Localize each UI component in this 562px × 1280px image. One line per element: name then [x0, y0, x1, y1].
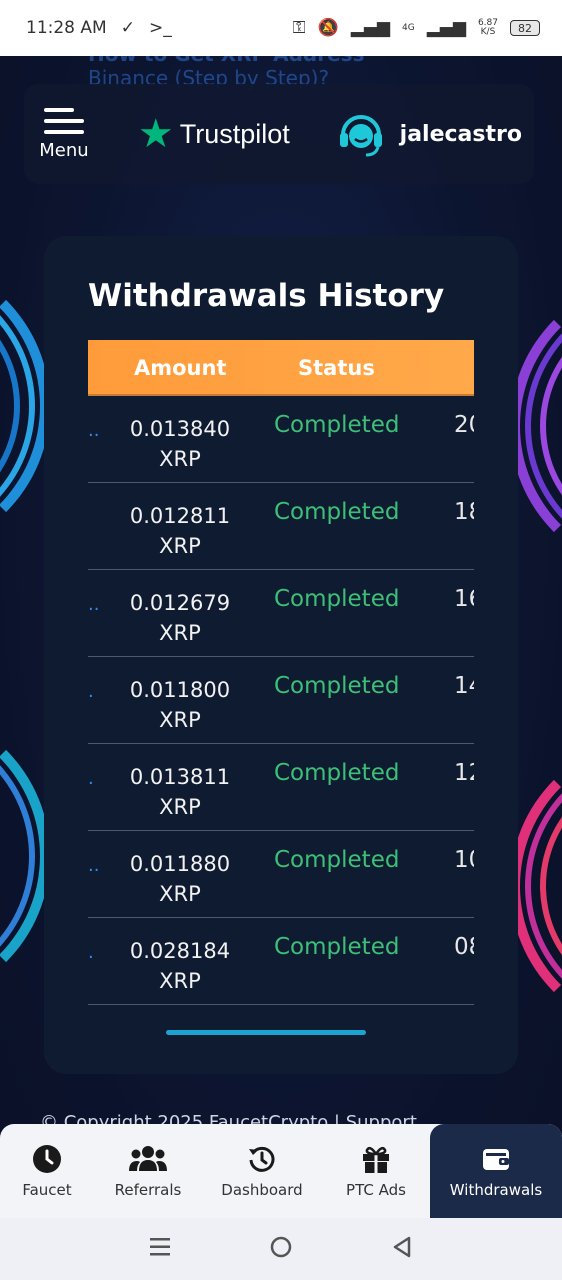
- nav-item-withdrawals[interactable]: Withdrawals: [430, 1124, 562, 1218]
- star-icon: ★: [137, 111, 174, 157]
- status-cell: Completed: [274, 847, 400, 873]
- nav-item-faucet[interactable]: Faucet: [0, 1124, 94, 1218]
- recents-button[interactable]: [148, 1235, 172, 1263]
- signal-icon: ▂▄▆: [350, 18, 391, 38]
- nav-label: Faucet: [22, 1181, 72, 1199]
- table-body[interactable]: .. 0.013840XRP Completed 20 0.012811XRP …: [88, 396, 474, 1005]
- clock-icon: [32, 1143, 62, 1175]
- battery-icon: 82: [510, 20, 540, 36]
- nav-item-referrals[interactable]: Referrals: [94, 1124, 202, 1218]
- home-button[interactable]: [269, 1235, 293, 1263]
- trustpilot-label: Trustpilot: [179, 118, 290, 149]
- menu-label: Menu: [39, 139, 89, 161]
- date-cell: 18: [454, 499, 474, 525]
- back-button[interactable]: [390, 1235, 414, 1263]
- headset-icon: [339, 115, 382, 157]
- table-row: 0.012811XRP Completed 18: [88, 483, 474, 570]
- recents-icon: [150, 1238, 171, 1256]
- menu-button[interactable]: Menu: [36, 107, 92, 161]
- network-type: 4G: [402, 22, 415, 33]
- truncated-cell: .: [88, 768, 94, 789]
- truncated-cell: ..: [88, 420, 100, 441]
- column-header-status: Status: [298, 356, 375, 380]
- amount-cell: 0.011800 XRP: [129, 678, 231, 732]
- nav-label: Dashboard: [221, 1181, 303, 1199]
- amount-cell: 0.013811 XRP: [129, 765, 231, 819]
- amount-cell: 0.012679 XRP: [129, 591, 231, 645]
- date-cell: 10: [454, 847, 474, 873]
- date-cell: 16: [454, 586, 474, 612]
- network-speed: 6.87 K/S: [477, 18, 498, 37]
- wallet-icon: [481, 1143, 511, 1175]
- nav-item-ptc-ads[interactable]: PTC Ads: [322, 1124, 430, 1218]
- user-account[interactable]: jalecastro: [336, 109, 522, 159]
- nav-label: PTC Ads: [346, 1181, 406, 1199]
- date-cell: 08: [454, 934, 474, 960]
- date-cell: 14: [454, 673, 474, 699]
- amount-cell: 0.013840 XRP: [129, 417, 231, 471]
- nav-label: Referrals: [114, 1181, 182, 1199]
- nav-item-dashboard[interactable]: Dashboard: [202, 1124, 322, 1218]
- bottom-nav: Faucet Referrals Dashboard PTC Ads Withd…: [0, 1124, 562, 1218]
- withdrawals-card: Withdrawals History Amount Status .. 0.0…: [44, 236, 518, 1074]
- horizontal-scrollbar[interactable]: [166, 1030, 366, 1035]
- status-cell: Completed: [274, 760, 400, 786]
- status-cell: Completed: [274, 934, 400, 960]
- status-cell: Completed: [274, 499, 400, 525]
- users-icon: [129, 1143, 167, 1175]
- amount-cell: 0.012811 XRP: [129, 504, 231, 558]
- mute-icon: 🔕: [317, 18, 339, 38]
- gift-icon: [361, 1143, 391, 1175]
- status-cell: Completed: [274, 586, 400, 612]
- table-row: .. 0.013840XRP Completed 20: [88, 396, 474, 483]
- amount-cell: 0.011880 XRP: [129, 852, 231, 906]
- truncated-cell: .: [88, 942, 94, 963]
- table-header: Amount Status: [88, 340, 474, 396]
- key-icon: ⚿: [292, 18, 306, 38]
- column-header-amount: Amount: [134, 356, 227, 380]
- terminal-icon: >_: [148, 18, 172, 38]
- table-row: .. 0.011880XRP Completed 10: [88, 831, 474, 918]
- table-row: . 0.028184XRP Completed 08: [88, 918, 474, 1005]
- nav-label: Withdrawals: [449, 1181, 543, 1199]
- status-cell: Completed: [274, 412, 400, 438]
- amount-cell: 0.028184 XRP: [129, 939, 231, 993]
- signal-icon-2: ▂▄▆: [426, 18, 466, 38]
- table-row: .. 0.012679XRP Completed 16: [88, 570, 474, 657]
- table-row: . 0.013811XRP Completed 12: [88, 744, 474, 831]
- truncated-cell: .: [88, 681, 94, 702]
- truncated-cell: ..: [88, 594, 100, 615]
- trustpilot-link[interactable]: ★ Trustpilot: [138, 114, 290, 154]
- system-nav-bar: [0, 1218, 562, 1280]
- missed-call-icon: ✓: [120, 18, 135, 38]
- truncated-cell: ..: [88, 855, 100, 876]
- history-icon: [247, 1143, 277, 1175]
- table-row: . 0.011800XRP Completed 14: [88, 657, 474, 744]
- date-cell: 12: [454, 760, 474, 786]
- card-title: Withdrawals History: [88, 278, 445, 314]
- site-header: Menu ★ Trustpilot jalecastro: [24, 84, 534, 184]
- hamburger-icon: [44, 107, 84, 134]
- back-icon: [393, 1236, 410, 1258]
- home-icon: [270, 1236, 292, 1258]
- date-cell: 20: [454, 412, 474, 438]
- status-bar: 11:28 AM ✓ >_ ⚿ 🔕 ▂▄▆ 4G ▂▄▆ 6.87 K/S 82: [0, 0, 562, 56]
- status-cell: Completed: [274, 673, 400, 699]
- username: jalecastro: [399, 121, 522, 147]
- status-time: 11:28 AM: [26, 18, 107, 38]
